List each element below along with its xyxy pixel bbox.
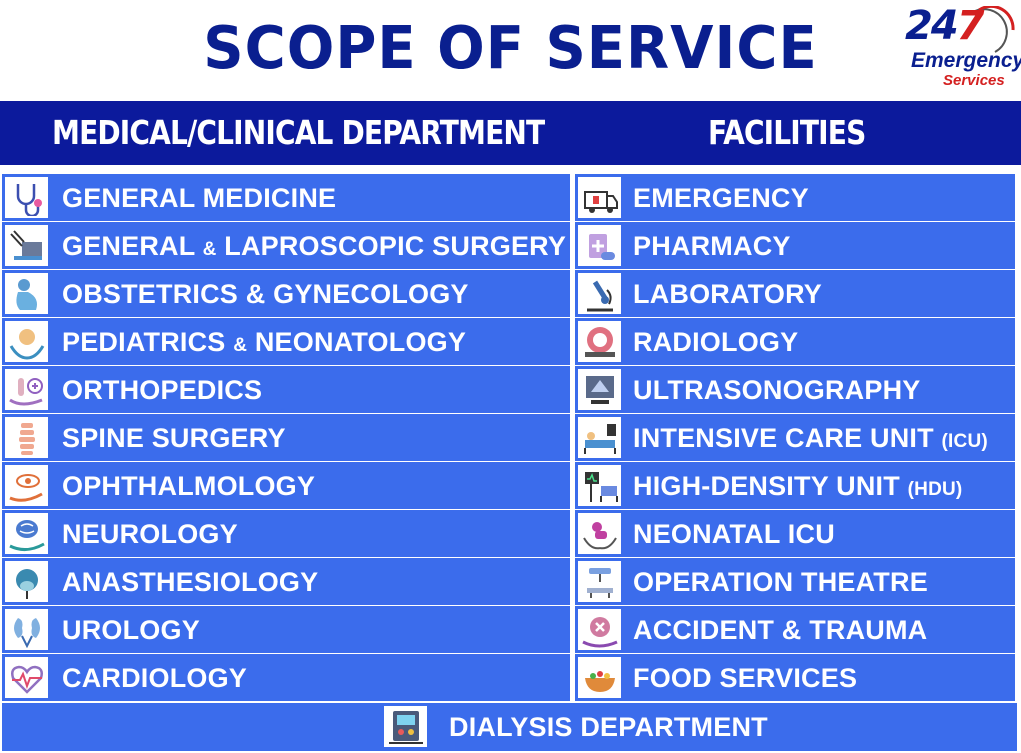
department-row: SPINE SURGERY — [2, 414, 570, 461]
operating-lamp-icon — [578, 561, 621, 602]
facility-row: INTENSIVE CARE UNIT (ICU) — [575, 414, 1015, 461]
pregnancy-icon — [5, 273, 48, 314]
row-label: CARDIOLOGY — [62, 663, 248, 693]
facility-row: FOOD SERVICES — [575, 654, 1015, 701]
department-row: OBSTETRICS & GYNECOLOGY — [2, 270, 570, 317]
hdu-monitor-icon — [578, 465, 621, 506]
brain-hand-icon — [5, 513, 48, 554]
facility-row: RADIOLOGY — [575, 318, 1015, 365]
department-row: ANASTHESIOLOGY — [2, 558, 570, 605]
baby-hands-icon — [5, 321, 48, 362]
department-row: CARDIOLOGY — [2, 654, 570, 701]
facility-row: HIGH-DENSITY UNIT (HDU) — [575, 462, 1015, 509]
facility-row: ULTRASONOGRAPHY — [575, 366, 1015, 413]
logo-line1: Emergency — [911, 49, 1021, 72]
heart-pulse-icon — [5, 657, 48, 698]
row-label: INTENSIVE CARE UNIT (ICU) — [633, 423, 988, 453]
department-row: NEUROLOGY — [2, 510, 570, 557]
row-label: NEUROLOGY — [62, 519, 238, 549]
facility-row: OPERATION THEATRE — [575, 558, 1015, 605]
anesthesia-mask-icon — [5, 561, 48, 602]
row-label: ORTHOPEDICS — [62, 375, 263, 405]
row-label: OPHTHALMOLOGY — [62, 471, 316, 501]
pharmacy-icon — [578, 225, 621, 266]
emergency-services-logo: 247 Emergency Services — [905, 3, 1021, 100]
page-title: SCOPE OF SERVICE — [203, 14, 818, 83]
dialysis-row: DIALYSIS DEPARTMENT — [2, 703, 1017, 751]
row-label: HIGH-DENSITY UNIT (HDU) — [633, 471, 963, 501]
header-facilities: FACILITIES — [708, 113, 866, 152]
row-label: ULTRASONOGRAPHY — [633, 375, 921, 405]
row-label: GENERAL & LAPROSCOPIC SURGERY — [62, 231, 567, 261]
row-label: SPINE SURGERY — [62, 423, 286, 453]
kidney-icon — [5, 609, 48, 650]
spine-icon — [5, 417, 48, 458]
row-label: GENERAL MEDICINE — [62, 183, 337, 213]
row-label: OBSTETRICS & GYNECOLOGY — [62, 279, 469, 309]
microscope-icon — [578, 273, 621, 314]
trauma-icon — [578, 609, 621, 650]
newborn-hands-icon — [578, 513, 621, 554]
row-label: OPERATION THEATRE — [633, 567, 928, 597]
section-header: MEDICAL/CLINICAL DEPARTMENT FACILITIES — [0, 101, 1021, 168]
eye-hand-icon — [5, 465, 48, 506]
row-label: FOOD SERVICES — [633, 663, 858, 693]
food-bowl-icon — [578, 657, 621, 698]
department-row: OPHTHALMOLOGY — [2, 462, 570, 509]
facility-row: EMERGENCY — [575, 174, 1015, 221]
department-row: PEDIATRICS & NEONATOLOGY — [2, 318, 570, 365]
department-row: GENERAL & LAPROSCOPIC SURGERY — [2, 222, 570, 269]
header-departments: MEDICAL/CLINICAL DEPARTMENT — [52, 113, 545, 152]
ultrasound-icon — [578, 369, 621, 410]
department-row: ORTHOPEDICS — [2, 366, 570, 413]
row-label: ACCIDENT & TRAUMA — [633, 615, 928, 645]
logo-number: 24 — [905, 3, 959, 49]
row-label: ANASTHESIOLOGY — [62, 567, 319, 597]
row-label: LABORATORY — [633, 279, 822, 309]
row-label: NEONATAL ICU — [633, 519, 835, 549]
row-label: UROLOGY — [62, 615, 200, 645]
ct-scanner-icon — [578, 321, 621, 362]
bone-hand-icon — [5, 369, 48, 410]
stethoscope-icon — [5, 177, 48, 218]
row-label: PEDIATRICS & NEONATOLOGY — [62, 327, 467, 357]
logo-line2: Services — [943, 72, 1005, 89]
facility-row: NEONATAL ICU — [575, 510, 1015, 557]
facility-row: ACCIDENT & TRAUMA — [575, 606, 1015, 653]
row-label: EMERGENCY — [633, 183, 809, 213]
dialysis-machine-icon — [384, 706, 427, 747]
laparoscopy-icon — [5, 225, 48, 266]
dialysis-label: DIALYSIS DEPARTMENT — [449, 712, 768, 742]
row-label: RADIOLOGY — [633, 327, 799, 357]
facility-row: LABORATORY — [575, 270, 1015, 317]
row-label: PHARMACY — [633, 231, 791, 261]
department-row: UROLOGY — [2, 606, 570, 653]
icu-bed-icon — [578, 417, 621, 458]
logo-number-accent: 7 — [956, 3, 985, 49]
ambulance-icon — [578, 177, 621, 218]
facility-row: PHARMACY — [575, 222, 1015, 269]
department-row: GENERAL MEDICINE — [2, 174, 570, 221]
